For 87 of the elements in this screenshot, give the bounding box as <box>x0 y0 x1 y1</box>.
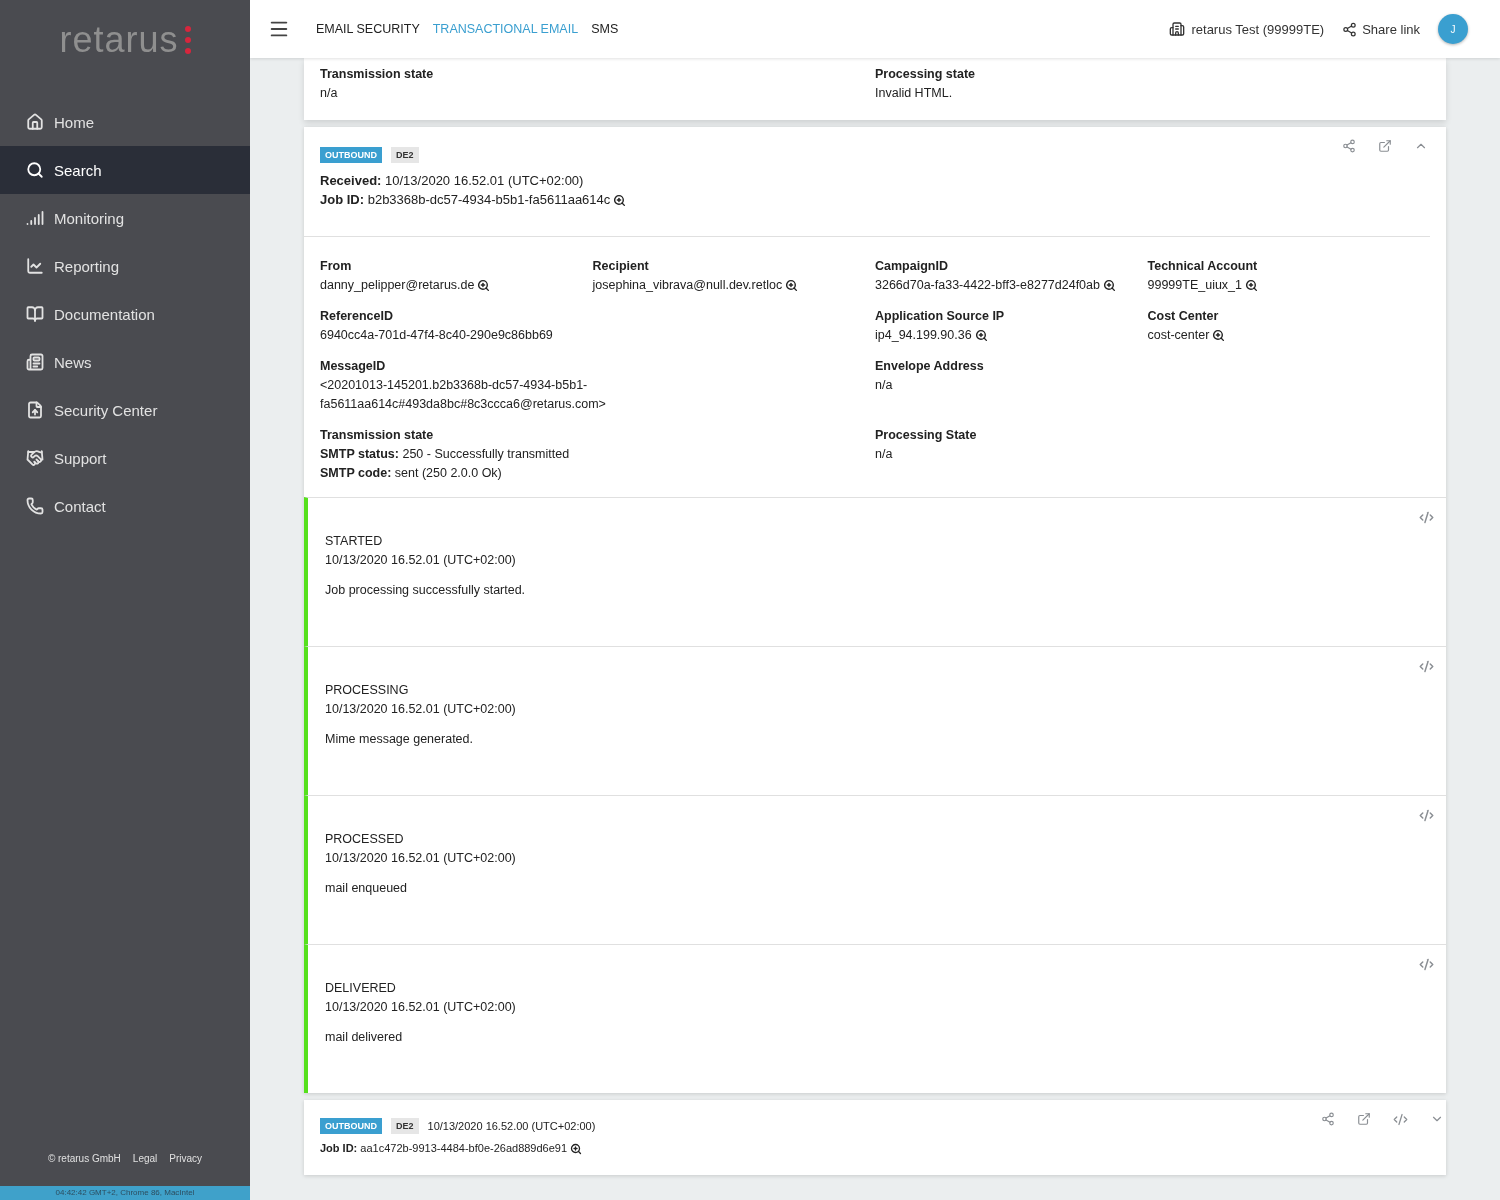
zoom-icon[interactable] <box>1103 279 1116 293</box>
nav-item[interactable]: Contact <box>0 482 250 530</box>
share-icon[interactable] <box>1340 137 1358 155</box>
home-icon <box>26 113 44 131</box>
job-id-text: Job ID: aa1c472b-9913-4484-bf0e-26ad889d6e91 <box>320 1142 568 1154</box>
field-value: <20201013-145201.b2b3368b-dc57-4934-b5b1-fa5611aa614c#493da8bc#8c3ccca6@retarus.com> <box>320 377 607 413</box>
nav-item[interactable]: Documentation <box>0 290 250 338</box>
field-value: ip4_94.199.90.36 <box>875 328 972 342</box>
field-label: Cost Center <box>1147 308 1220 325</box>
field-label: Technical Account <box>1147 258 1259 275</box>
field-label: From <box>320 258 353 275</box>
book-icon <box>26 305 44 323</box>
share-icon <box>1342 21 1358 37</box>
field-value: danny_pelipper@retarus.de <box>320 278 475 292</box>
field-value: SMTP status: 250 - Successfully transmitted <box>320 446 571 463</box>
field-label: Application Source IP <box>875 308 1006 325</box>
zoom-icon[interactable] <box>1245 279 1259 293</box>
field-label: Processing state <box>875 66 977 83</box>
event-time: 10/13/2020 16.52.01 (UTC+02:00) <box>325 552 517 569</box>
nav-tab[interactable]: EMAIL SECURITY <box>316 22 420 36</box>
field-label: CampaignID <box>875 258 949 275</box>
field-value: Invalid HTML. <box>875 85 954 102</box>
field-value: n/a <box>875 377 894 394</box>
newspaper-icon <box>26 353 44 371</box>
search-icon <box>26 161 44 179</box>
external-link-icon[interactable] <box>1376 137 1394 155</box>
zoom-icon[interactable] <box>785 279 799 293</box>
phone-icon <box>26 497 44 515</box>
event-time: 10/13/2020 16.52.01 (UTC+02:00) <box>325 850 517 867</box>
event-status: PROCESSING <box>325 682 410 699</box>
logo-text: retarus <box>59 19 179 61</box>
field-value: n/a <box>875 446 894 463</box>
copyright-text: © retarus GmbH <box>47 1153 121 1164</box>
nav-item[interactable]: News <box>0 338 250 386</box>
nav-item[interactable]: Reporting <box>0 242 250 290</box>
region-tag: OUTBOUND <box>320 147 382 163</box>
job-id-text: Job ID: b2b3368b-dc57-4934-b5b1-fa5611aa614c <box>320 192 611 207</box>
building-icon <box>1169 21 1186 37</box>
event-time: 10/13/2020 16.52.01 (UTC+02:00) <box>325 999 517 1016</box>
nav-tab[interactable]: SMS <box>591 22 619 36</box>
event-time: 10/13/2020 16.52.01 (UTC+02:00) <box>325 701 517 718</box>
region-tag: DE2 <box>391 147 419 163</box>
zoom-icon[interactable] <box>1212 329 1226 343</box>
field-label: Envelope Address <box>875 358 985 375</box>
logo-dots-icon <box>184 26 191 54</box>
field-label: Recipient <box>592 258 650 275</box>
field-value: 3266d70a-fa33-4422-bff3-e8277d24f0ab <box>875 278 1100 292</box>
zoom-icon[interactable] <box>613 194 627 208</box>
event-message: Job processing successfully started. <box>325 583 527 597</box>
field-value: SMTP code: sent (250 2.0.0 Ok) <box>320 465 503 482</box>
file-upload-icon <box>26 401 44 419</box>
signal-bars-icon <box>26 209 44 227</box>
field-label: Processing State <box>875 427 978 444</box>
event-status: STARTED <box>325 533 384 550</box>
nav-item[interactable]: Home <box>0 98 250 146</box>
status-bar: 04:42:42 GMT+2, Chrome 86, MacIntel <box>0 1186 250 1200</box>
event-message: Mime message generated. <box>325 732 474 746</box>
footer-link[interactable]: Privacy <box>169 1153 203 1164</box>
account-name[interactable]: retarus Test (99999TE) <box>1191 21 1325 37</box>
event-message: mail delivered <box>325 1030 404 1044</box>
nav-item[interactable]: Monitoring <box>0 194 250 242</box>
field-value: 6940cc4a-701d-47f4-8c40-290e9c86bb69 <box>320 327 554 344</box>
field-value: josephina_vibrava@null.dev.retloc <box>592 278 783 292</box>
zoom-icon[interactable] <box>974 329 988 343</box>
field-label: Transmission state <box>320 427 435 444</box>
received-text: Received: 10/13/2020 16.52.01 (UTC+02:00) <box>320 172 585 190</box>
region-tag: OUTBOUND <box>320 1118 382 1134</box>
received-text: 10/13/2020 16.52.00 (UTC+02:00) <box>427 1120 596 1132</box>
region-tag: DE2 <box>391 1118 419 1134</box>
line-chart-icon <box>26 257 44 275</box>
event-status: PROCESSED <box>325 831 405 848</box>
field-label: ReferenceID <box>320 308 394 325</box>
zoom-icon[interactable] <box>477 279 491 293</box>
footer-link[interactable]: Legal <box>132 1153 158 1164</box>
field-value: 99999TE_uiux_1 <box>1147 278 1243 292</box>
nav-item[interactable]: Security Center <box>0 386 250 434</box>
nav-item[interactable]: Support <box>0 434 250 482</box>
handshake-icon <box>26 449 44 467</box>
field-label: MessageID <box>320 358 387 375</box>
event-message: mail enqueued <box>325 881 408 895</box>
field-label: Transmission state <box>320 66 435 83</box>
field-value: cost-center <box>1147 328 1210 342</box>
field-value: n/a <box>320 85 339 102</box>
zoom-icon[interactable] <box>570 1143 583 1156</box>
event-status: DELIVERED <box>325 980 397 997</box>
nav-item[interactable]: Search <box>0 146 250 194</box>
share-link-button[interactable]: Share link <box>1342 21 1420 37</box>
